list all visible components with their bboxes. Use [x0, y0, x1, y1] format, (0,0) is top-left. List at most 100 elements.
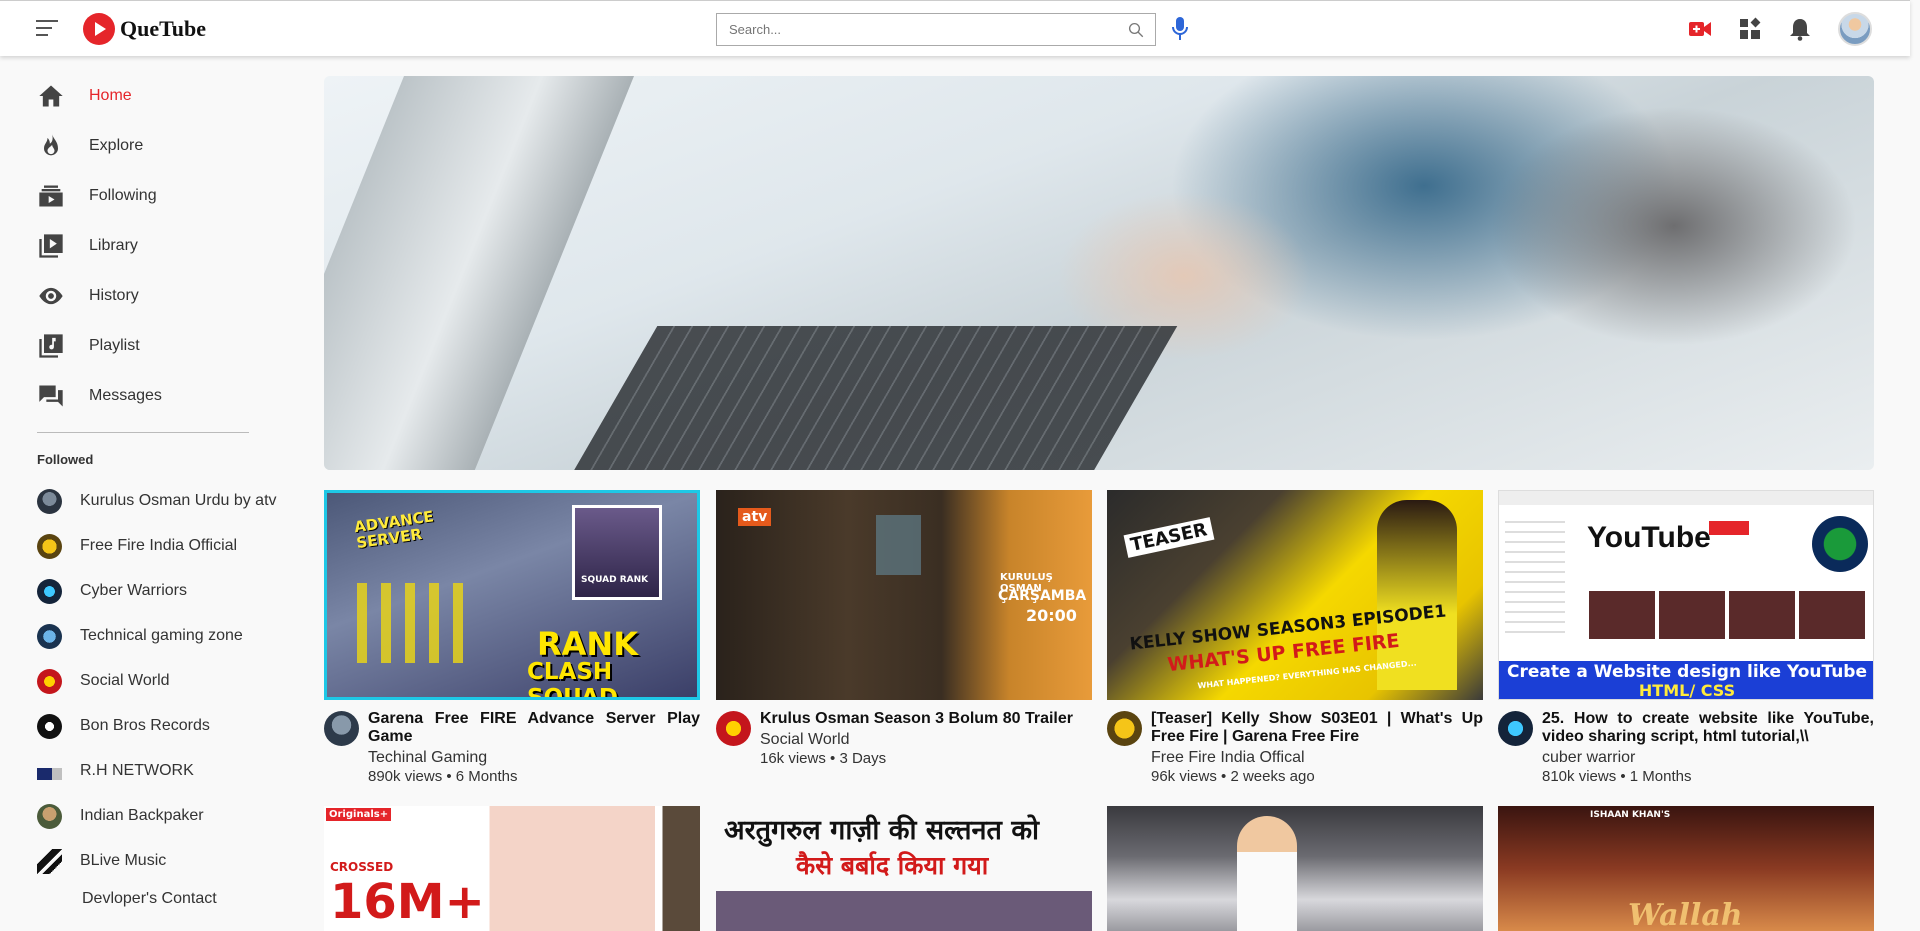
thumb-caption: CROSSED	[330, 860, 394, 874]
followed-item[interactable]: Bon Bros Records	[37, 711, 287, 741]
video-card[interactable]: TEASER KELLY SHOW SEASON3 EPISODE1 WHAT'…	[1107, 490, 1483, 790]
thumb-caption: Wallah	[1628, 898, 1743, 931]
nav-playlist[interactable]: Playlist	[37, 326, 277, 366]
video-thumbnail: TEASER KELLY SHOW SEASON3 EPISODE1 WHAT'…	[1107, 490, 1483, 700]
channel-name[interactable]: Techinal Gaming	[368, 749, 700, 767]
nav-label: Playlist	[89, 337, 140, 354]
video-stats: 890k views • 6 Months	[368, 768, 518, 785]
video-stats: 810k views • 1 Months	[1542, 768, 1692, 785]
nav-label: Library	[89, 237, 138, 254]
video-stats: 96k views • 2 weeks ago	[1151, 768, 1315, 785]
app-name: QueTube	[120, 16, 207, 41]
followed-label: Technical gaming zone	[80, 627, 243, 644]
explore-icon	[44, 134, 58, 156]
followed-item[interactable]: Social World	[37, 666, 287, 696]
channel-avatar[interactable]	[1107, 711, 1142, 746]
followed-item[interactable]: BLive Music	[37, 846, 287, 876]
channel-avatar	[37, 848, 62, 874]
channel-avatar	[37, 668, 62, 694]
apps-icon[interactable]	[1737, 16, 1763, 42]
thumb-caption: atv	[738, 508, 772, 526]
thumb-caption: CLASH SQUAD	[527, 659, 618, 700]
channel-avatar	[37, 623, 62, 649]
thumb-caption: Originals+	[326, 808, 392, 821]
nav-label: Explore	[89, 137, 144, 154]
video-thumbnail: ADVANCE SERVER RANK CLASH SQUAD SQUAD RA…	[324, 490, 700, 700]
search-box	[716, 13, 1156, 46]
nav-history[interactable]: History	[37, 276, 277, 316]
thumb-caption: कैसे बर्बाद किया गया	[796, 851, 989, 880]
thumb-caption: ISHAAN KHAN'S	[1590, 810, 1671, 820]
thumb-caption: ADVANCE SERVER	[353, 507, 435, 553]
followed-label: Kurulus Osman Urdu by atv	[80, 492, 277, 509]
nav-label: History	[89, 287, 139, 304]
video-thumbnail[interactable]: ISHAAN KHAN'S Wallah	[1498, 806, 1874, 931]
video-card[interactable]: ADVANCE SERVER RANK CLASH SQUAD SQUAD RA…	[324, 490, 700, 790]
followed-item[interactable]: Technical gaming zone	[37, 621, 287, 651]
video-thumbnail[interactable]	[1107, 806, 1483, 931]
followed-item[interactable]: Free Fire India Official	[37, 531, 287, 561]
video-title[interactable]: Garena Free FIRE Advance Server Play Gam…	[368, 710, 700, 746]
video-card[interactable]: atv KURULUŞ OSMAN ÇARŞAMBA 20:00 Krulus …	[716, 490, 1092, 790]
nav-explore[interactable]: Explore	[37, 126, 277, 166]
followed-label: Cyber Warriors	[80, 582, 187, 599]
nav-library[interactable]: Library	[37, 226, 277, 266]
app-logo[interactable]: QueTube	[83, 13, 206, 45]
video-create-icon[interactable]	[1687, 16, 1713, 42]
video-title[interactable]: Krulus Osman Season 3 Bolum 80 Trailer	[760, 710, 1092, 728]
hero-keyboard-shape	[570, 326, 1178, 470]
nav-following[interactable]: Following	[37, 176, 277, 216]
nav-home[interactable]: Home	[37, 76, 277, 116]
search-icon[interactable]	[1127, 21, 1145, 39]
video-title[interactable]: 25. How to create website like YouTube, …	[1542, 710, 1874, 746]
channel-name[interactable]: Free Fire India Offical	[1151, 749, 1483, 767]
video-thumbnail: YouTube Create a Website design like You…	[1498, 490, 1874, 700]
developer-contact-link[interactable]: Devloper's Contact	[82, 890, 217, 908]
channel-avatar	[37, 533, 62, 559]
video-thumbnail[interactable]: Originals+ CROSSED 16M+	[324, 806, 700, 931]
channel-avatar[interactable]	[1498, 711, 1533, 746]
thumb-caption: SQUAD RANK	[581, 575, 649, 585]
followed-item[interactable]: Kurulus Osman Urdu by atv	[37, 486, 287, 516]
thumb-caption: अरतुगरुल गाज़ी की सल्तनत को	[724, 815, 1040, 846]
thumb-caption: HTML/ CSS	[1638, 681, 1736, 700]
thumb-caption: YouTube	[1587, 521, 1711, 554]
thumb-caption: Create a Website design like YouTube	[1506, 662, 1868, 682]
followed-label: Bon Bros Records	[80, 717, 210, 734]
history-icon	[39, 287, 63, 305]
messages-icon	[39, 385, 63, 407]
thumb-caption: RANK	[537, 625, 638, 663]
sidebar-divider	[37, 432, 249, 433]
channel-avatar	[37, 768, 62, 780]
followed-item[interactable]: R.H NETWORK	[37, 756, 287, 786]
thumb-caption: 20:00	[1026, 606, 1077, 625]
top-bar: QueTube	[0, 0, 1910, 56]
followed-label: BLive Music	[80, 852, 167, 869]
hero-banner[interactable]	[324, 76, 1874, 470]
followed-label: Free Fire India Official	[80, 537, 238, 554]
nav-label: Messages	[89, 387, 162, 404]
user-avatar[interactable]	[1838, 12, 1872, 46]
mic-icon[interactable]	[1170, 16, 1190, 42]
bell-icon[interactable]	[1787, 16, 1813, 42]
channel-avatar[interactable]	[716, 711, 751, 746]
nav-messages[interactable]: Messages	[37, 376, 277, 416]
search-input[interactable]	[717, 14, 1097, 45]
video-card[interactable]: YouTube Create a Website design like You…	[1498, 490, 1874, 790]
followed-label: R.H NETWORK	[80, 762, 194, 779]
channel-name[interactable]: cuber warrior	[1542, 749, 1874, 767]
followed-item[interactable]: Cyber Warriors	[37, 576, 287, 606]
menu-icon[interactable]	[36, 20, 58, 38]
followed-label: Indian Backpaker	[80, 807, 204, 824]
followed-item[interactable]: Indian Backpaker	[37, 801, 287, 831]
followed-title: Followed	[37, 452, 94, 467]
channel-avatar[interactable]	[324, 711, 359, 746]
channel-avatar	[37, 713, 62, 739]
video-title[interactable]: [Teaser] Kelly Show S03E01 | What's Up F…	[1151, 710, 1483, 746]
home-icon	[39, 85, 63, 107]
video-thumbnail[interactable]: अरतुगरुल गाज़ी की सल्तनत को कैसे बर्बाद …	[716, 806, 1092, 931]
channel-name[interactable]: Social World	[760, 731, 1092, 749]
hero-laptop-shape	[324, 76, 634, 470]
play-logo-icon	[83, 13, 115, 45]
nav-label: Home	[89, 87, 132, 104]
